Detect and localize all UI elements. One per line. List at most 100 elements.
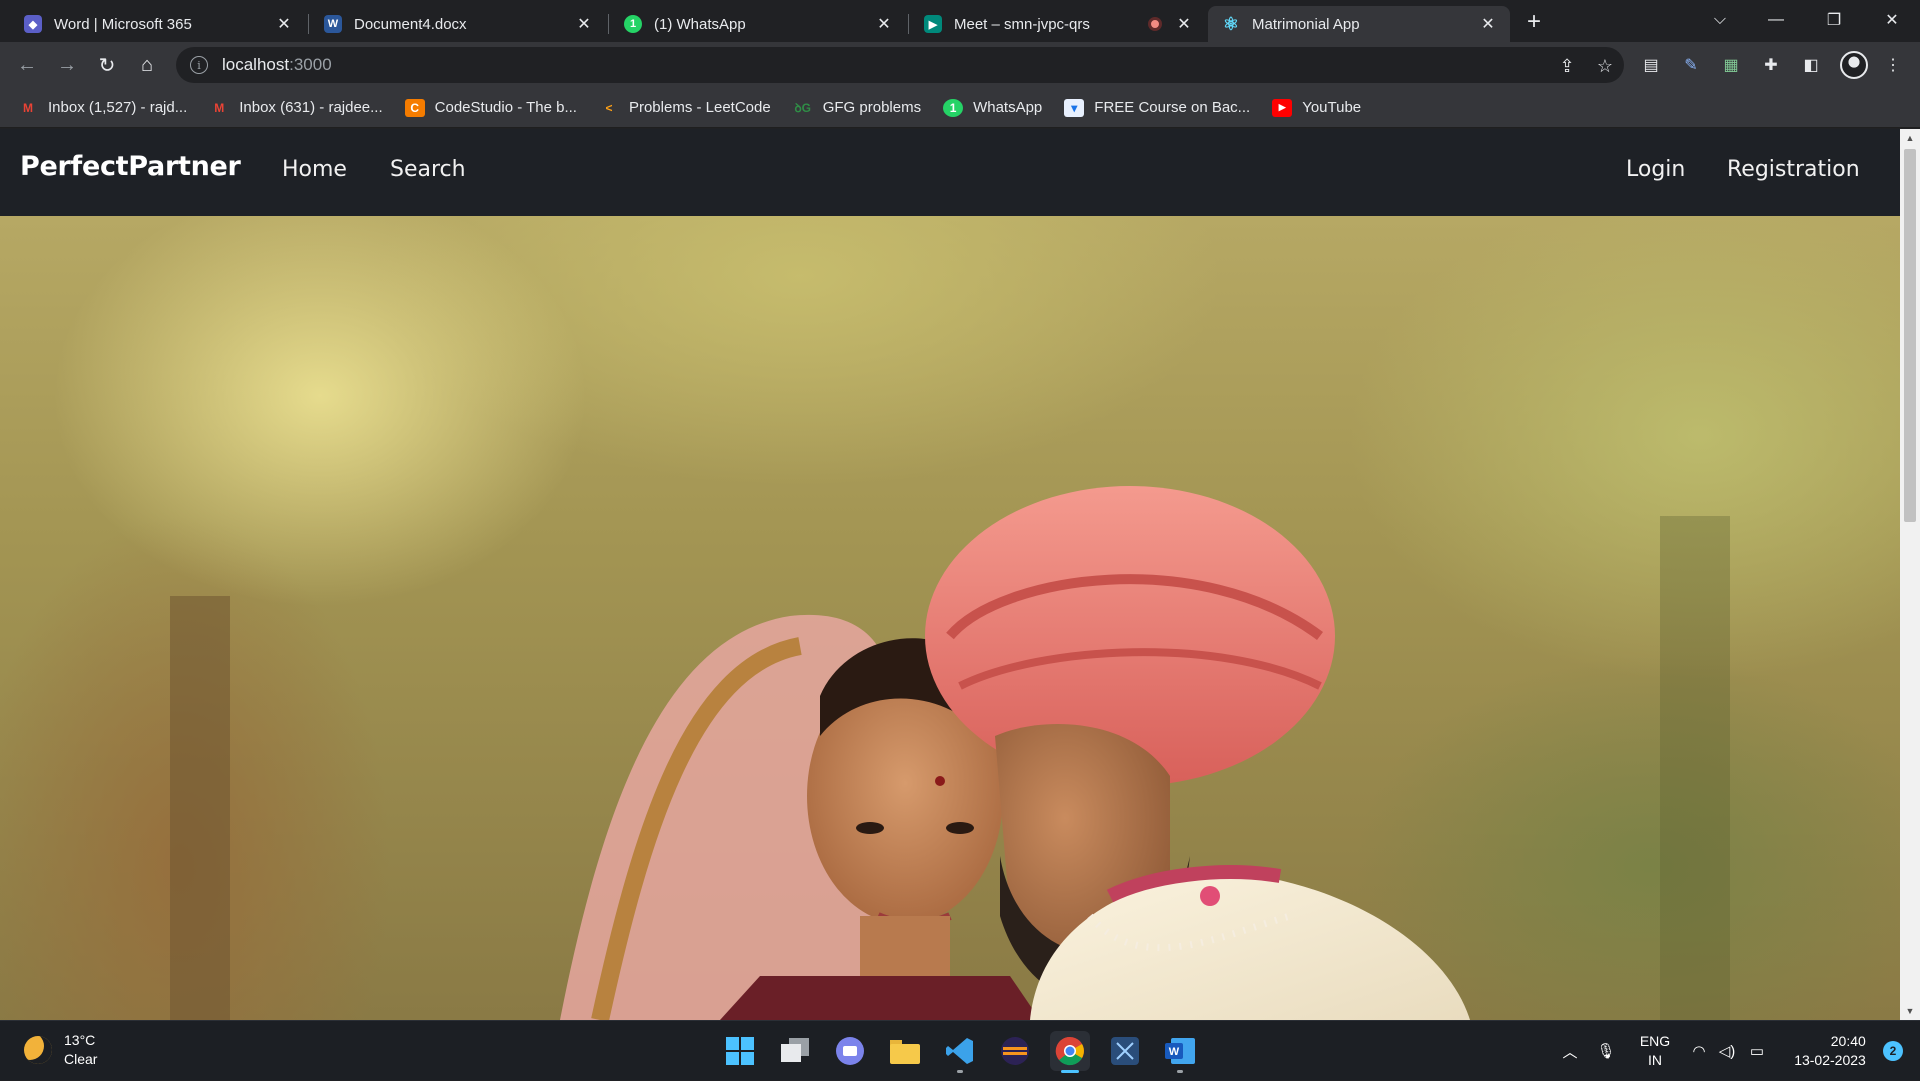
page-scrollbar[interactable]: ▲ ▼ bbox=[1900, 129, 1920, 1020]
word-button[interactable]: W bbox=[1160, 1031, 1200, 1073]
nav-link-home[interactable]: Home bbox=[282, 157, 347, 182]
close-icon[interactable]: ✕ bbox=[874, 14, 894, 34]
close-icon[interactable]: ✕ bbox=[1478, 14, 1498, 34]
bookmark-label: YouTube bbox=[1302, 99, 1362, 116]
bookmark-whatsapp[interactable]: 1 WhatsApp bbox=[943, 98, 1043, 117]
chrome-button[interactable] bbox=[1050, 1031, 1090, 1073]
scroll-up-arrow-icon[interactable]: ▲ bbox=[1900, 129, 1920, 147]
teams-chat-icon bbox=[836, 1037, 864, 1065]
language-indicator[interactable]: ENG IN bbox=[1630, 1021, 1680, 1081]
vscode-button[interactable] bbox=[940, 1031, 980, 1073]
microsoft-365-icon: ◆ bbox=[24, 15, 42, 33]
weather-widget[interactable]: 13°C Clear bbox=[24, 1031, 97, 1069]
wifi-icon[interactable]: ◠ bbox=[1686, 1021, 1712, 1081]
eclipse-button[interactable] bbox=[995, 1031, 1035, 1071]
tab-whatsapp[interactable]: 1 (1) WhatsApp ✕ bbox=[610, 6, 906, 42]
url-text: localhost:3000 bbox=[222, 55, 332, 74]
running-indicator bbox=[1177, 1070, 1183, 1073]
site-info-icon[interactable]: i bbox=[190, 56, 208, 74]
tab-word-365[interactable]: ◆ Word | Microsoft 365 ✕ bbox=[10, 6, 306, 42]
nav-link-login[interactable]: Login bbox=[1626, 157, 1685, 182]
nav-link-registration[interactable]: Registration bbox=[1727, 157, 1860, 182]
bookmark-codestudio[interactable]: C CodeStudio - The b... bbox=[404, 98, 577, 117]
snipping-tool-button[interactable] bbox=[1105, 1031, 1145, 1071]
bookmark-gfg[interactable]: ꝺG GFG problems bbox=[793, 99, 921, 117]
leetcode-icon: < bbox=[605, 100, 613, 115]
profile-avatar[interactable] bbox=[1840, 51, 1868, 79]
file-explorer-button[interactable] bbox=[885, 1031, 925, 1071]
brand-logo[interactable]: PerfectPartner bbox=[20, 151, 241, 182]
restore-button[interactable]: ❐ bbox=[1806, 0, 1862, 40]
start-button[interactable] bbox=[720, 1031, 760, 1071]
word-icon: W bbox=[1165, 1038, 1195, 1064]
recording-icon bbox=[1148, 17, 1162, 31]
bookmark-label: WhatsApp bbox=[973, 99, 1043, 116]
clock-date: 13-02-2023 bbox=[1794, 1052, 1866, 1068]
bookmarks-bar: M Inbox (1,527) - rajd... M Inbox (631) … bbox=[0, 88, 1920, 128]
back-button[interactable]: ← bbox=[11, 49, 43, 81]
bookmark-gmail-2[interactable]: M Inbox (631) - rajdee... bbox=[209, 99, 382, 117]
battery-icon[interactable]: ▭ bbox=[1744, 1021, 1770, 1081]
share-icon[interactable]: ⇪ bbox=[1556, 55, 1578, 77]
tab-document4[interactable]: W Document4.docx ✕ bbox=[310, 6, 606, 42]
task-view-button[interactable] bbox=[775, 1031, 815, 1071]
menu-kebab-icon[interactable]: ⋮ bbox=[1882, 54, 1904, 76]
bookmark-gmail-1[interactable]: M Inbox (1,527) - rajd... bbox=[18, 99, 187, 117]
course-icon: ▾ bbox=[1064, 98, 1085, 117]
gfg-icon: ꝺG bbox=[794, 101, 811, 115]
bookmark-leetcode[interactable]: < Problems - LeetCode bbox=[599, 99, 770, 117]
close-window-button[interactable]: ✕ bbox=[1864, 0, 1920, 40]
close-icon[interactable]: ✕ bbox=[574, 14, 594, 34]
snipping-tool-icon bbox=[1111, 1037, 1139, 1065]
microphone-icon[interactable]: 🎙︎ bbox=[1592, 1021, 1620, 1081]
close-icon[interactable]: ✕ bbox=[1174, 14, 1194, 34]
moon-icon bbox=[24, 1036, 52, 1064]
bookmark-label: Inbox (1,527) - rajd... bbox=[48, 99, 188, 116]
weather-description: Clear bbox=[64, 1051, 98, 1067]
windows-icon bbox=[726, 1037, 754, 1065]
language-code: ENG bbox=[1639, 1033, 1671, 1049]
minimize-button[interactable]: — bbox=[1748, 0, 1804, 40]
teams-chat-button[interactable] bbox=[830, 1031, 870, 1071]
wedding-couple-photo bbox=[170, 486, 1730, 1020]
notification-center[interactable]: 2 bbox=[1876, 1021, 1910, 1081]
bookmark-youtube[interactable]: ▶ YouTube bbox=[1272, 98, 1362, 117]
scrollbar-thumb[interactable] bbox=[1904, 149, 1916, 522]
tab-title: (1) WhatsApp bbox=[654, 15, 746, 33]
tab-google-meet[interactable]: ▶ Meet – smn-jvpc-qrs ✕ bbox=[910, 6, 1206, 42]
codestudio-icon: C bbox=[404, 98, 425, 117]
new-tab-button[interactable]: + bbox=[1520, 8, 1548, 36]
nav-link-search[interactable]: Search bbox=[390, 157, 466, 182]
hero-image bbox=[0, 216, 1900, 1020]
clock-time: 20:40 bbox=[1830, 1033, 1866, 1049]
show-hidden-icons-chevron-icon[interactable]: ︿ bbox=[1556, 1021, 1584, 1081]
extension-calculator-icon[interactable]: ▦ bbox=[1720, 54, 1742, 76]
react-icon: ⚛ bbox=[1222, 13, 1240, 34]
home-button[interactable]: ⌂ bbox=[131, 49, 163, 81]
bookmark-free-course[interactable]: ▾ FREE Course on Bac... bbox=[1064, 98, 1250, 117]
weather-temperature: 13°C bbox=[64, 1032, 96, 1048]
extensions-puzzle-icon[interactable]: ✚ bbox=[1760, 54, 1782, 76]
scroll-down-arrow-icon[interactable]: ▼ bbox=[1900, 1002, 1920, 1020]
clock[interactable]: 20:40 13-02-2023 bbox=[1784, 1021, 1876, 1081]
tab-title: Word | Microsoft 365 bbox=[54, 15, 192, 33]
eclipse-icon bbox=[1001, 1037, 1029, 1065]
speaker-icon[interactable]: ◁) bbox=[1714, 1021, 1740, 1081]
address-bar[interactable]: i localhost:3000 ⇪ ☆ bbox=[176, 47, 1624, 83]
google-meet-icon: ▶ bbox=[924, 15, 942, 33]
tab-matrimonial-app[interactable]: ⚛ Matrimonial App ✕ bbox=[1208, 6, 1510, 42]
extension-copy-icon[interactable]: ▤ bbox=[1640, 54, 1662, 76]
running-indicator bbox=[957, 1070, 963, 1073]
forward-button[interactable]: → bbox=[51, 49, 83, 81]
side-panel-icon[interactable]: ◧ bbox=[1800, 54, 1822, 76]
bookmark-star-icon[interactable]: ☆ bbox=[1594, 55, 1616, 77]
browser-tabstrip: ◆ Word | Microsoft 365 ✕ W Document4.doc… bbox=[0, 0, 1920, 42]
site-navbar: PerfectPartner Home Search Login Registr… bbox=[0, 129, 1900, 216]
reload-button[interactable]: ↻ bbox=[91, 49, 123, 81]
extension-dictionary-icon[interactable]: ✎ bbox=[1680, 54, 1702, 76]
close-icon[interactable]: ✕ bbox=[274, 14, 294, 34]
file-explorer-icon bbox=[890, 1040, 920, 1064]
bookmark-label: Inbox (631) - rajdee... bbox=[239, 99, 383, 116]
svg-text:W: W bbox=[1169, 1046, 1180, 1058]
tab-search-chevron-icon[interactable]: ⌵ bbox=[1692, 0, 1748, 40]
